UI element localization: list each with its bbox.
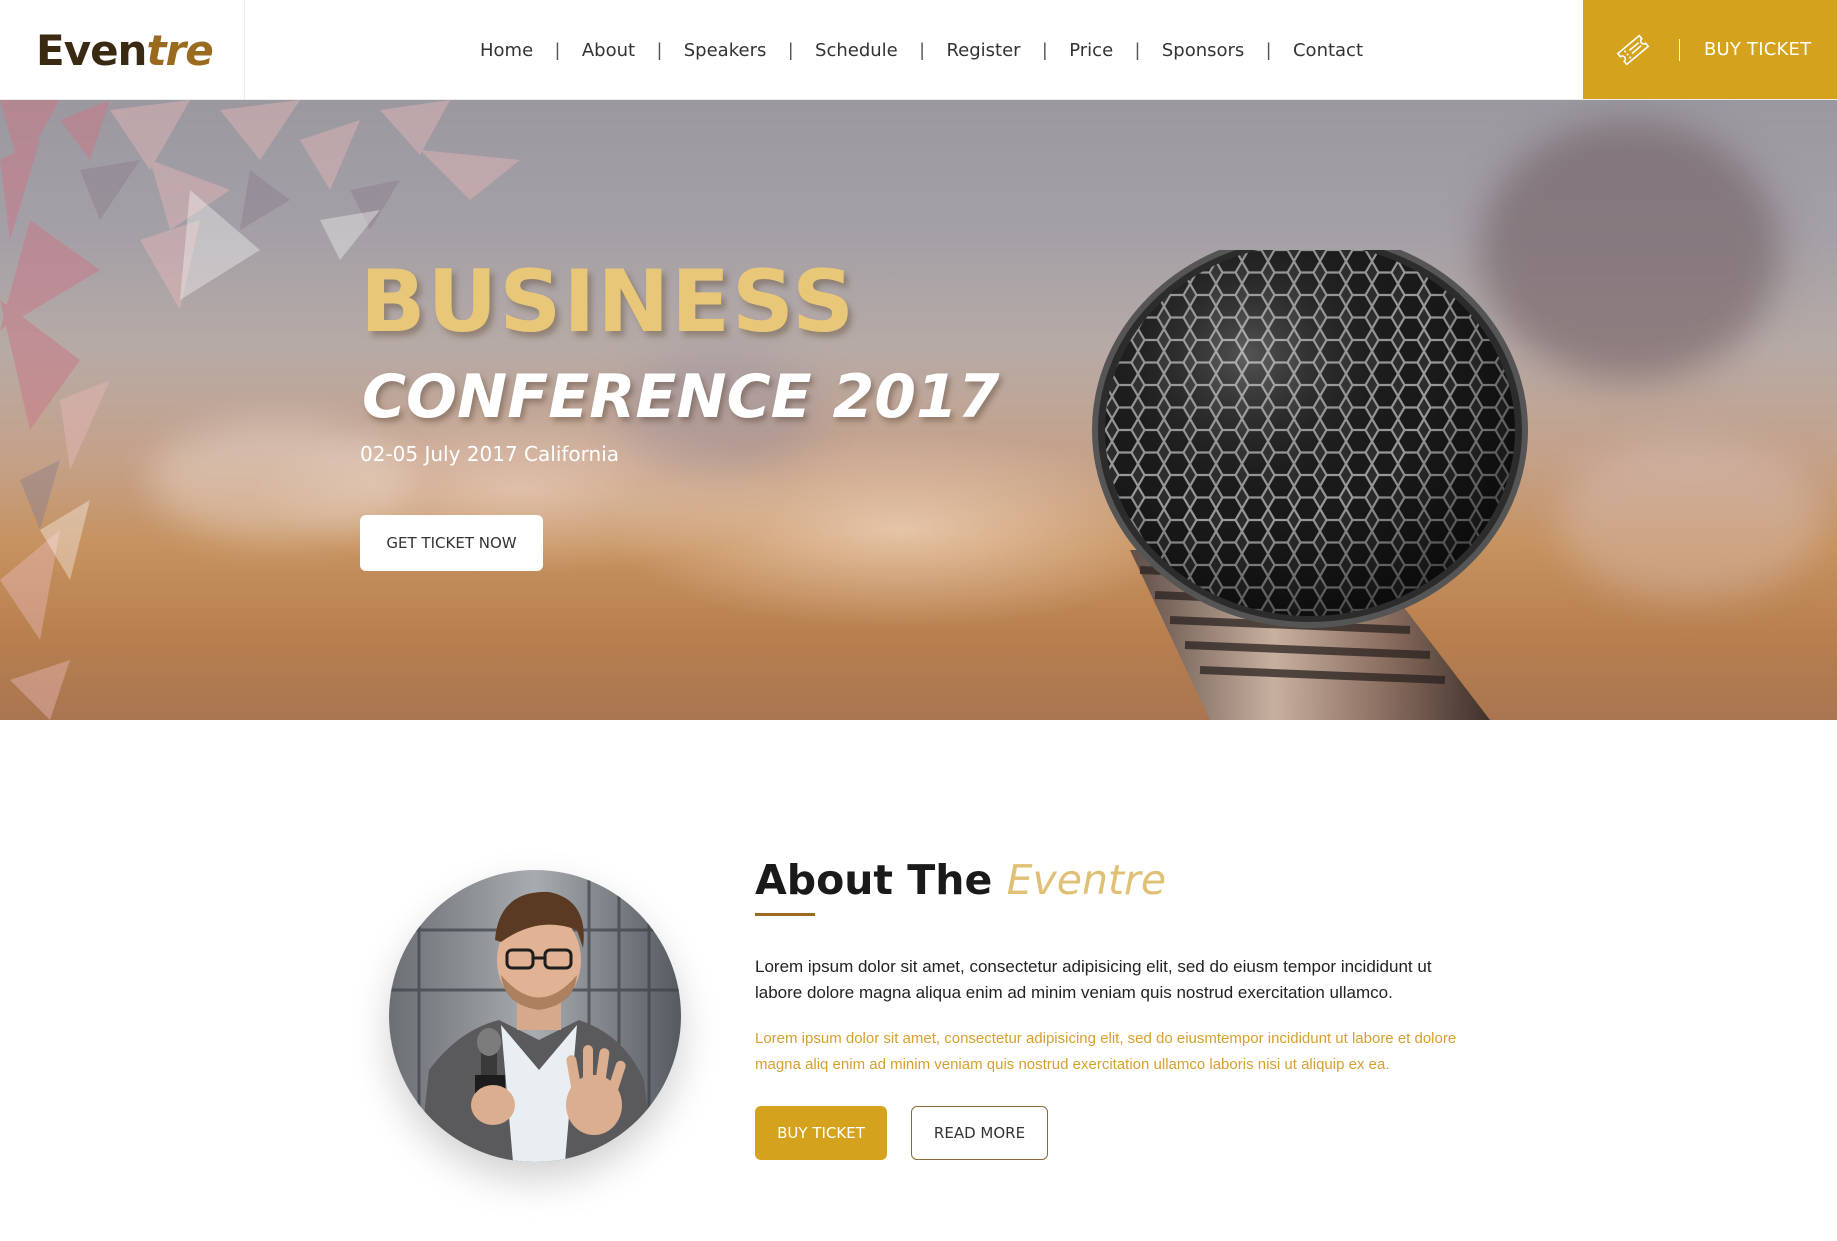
site-header: Eventre Home | About | Speakers | Schedu… [0, 0, 1837, 100]
about-paragraph-primary: Lorem ipsum dolor sit amet, consectetur … [755, 957, 1432, 1002]
nav-schedule[interactable]: Schedule [815, 40, 898, 61]
about-title-accent: Eventre [1006, 856, 1167, 904]
hero-title: BUSINESS [360, 252, 857, 352]
header-cta-divider [1679, 38, 1680, 61]
nav-home[interactable]: Home [480, 40, 533, 61]
logo-accent-text: tre [146, 25, 213, 75]
microphone-image [1092, 250, 1528, 720]
main-nav: Home | About | Speakers | Schedule | Reg… [480, 0, 1363, 100]
ticket-icon [1616, 34, 1650, 65]
hero-banner: BUSINESS CONFERENCE 2017 02-05 July 2017… [0, 100, 1837, 720]
about-title-underline [755, 913, 815, 916]
hero-subtitle: CONFERENCE 2017 [362, 362, 1000, 432]
nav-price[interactable]: Price [1069, 40, 1113, 61]
hero-date-location: 02-05 July 2017 California [360, 442, 620, 466]
nav-separator: | [555, 39, 560, 60]
about-buy-ticket-button[interactable]: BUY TICKET [755, 1106, 887, 1160]
about-title-plain: About The [755, 856, 993, 904]
logo-container: Eventre [0, 0, 245, 100]
nav-separator: | [788, 39, 794, 60]
nav-sponsors[interactable]: Sponsors [1162, 40, 1244, 61]
header-buy-ticket-label: BUY TICKET [1704, 39, 1812, 60]
nav-separator: | [657, 39, 662, 60]
speaker-photo-illustration [389, 870, 681, 1162]
nav-contact[interactable]: Contact [1293, 40, 1363, 61]
header-buy-ticket-button[interactable]: BUY TICKET [1583, 0, 1837, 99]
logo-main-text: Even [36, 25, 147, 75]
about-title: About The Eventre [755, 856, 1166, 904]
nav-separator: | [1135, 39, 1140, 60]
nav-speakers[interactable]: Speakers [684, 40, 767, 61]
site-logo[interactable]: Eventre [36, 25, 214, 75]
nav-separator: | [1042, 39, 1048, 60]
read-more-button[interactable]: READ MORE [911, 1106, 1048, 1160]
nav-separator: | [1266, 39, 1271, 60]
get-ticket-now-button[interactable]: GET TICKET NOW [360, 515, 543, 571]
nav-separator: | [919, 39, 925, 60]
nav-about[interactable]: About [582, 40, 635, 61]
nav-register[interactable]: Register [946, 40, 1020, 61]
about-paragraph-secondary: Lorem ipsum dolor sit amet, consectetur … [755, 1030, 1457, 1073]
speaker-photo [389, 870, 681, 1162]
